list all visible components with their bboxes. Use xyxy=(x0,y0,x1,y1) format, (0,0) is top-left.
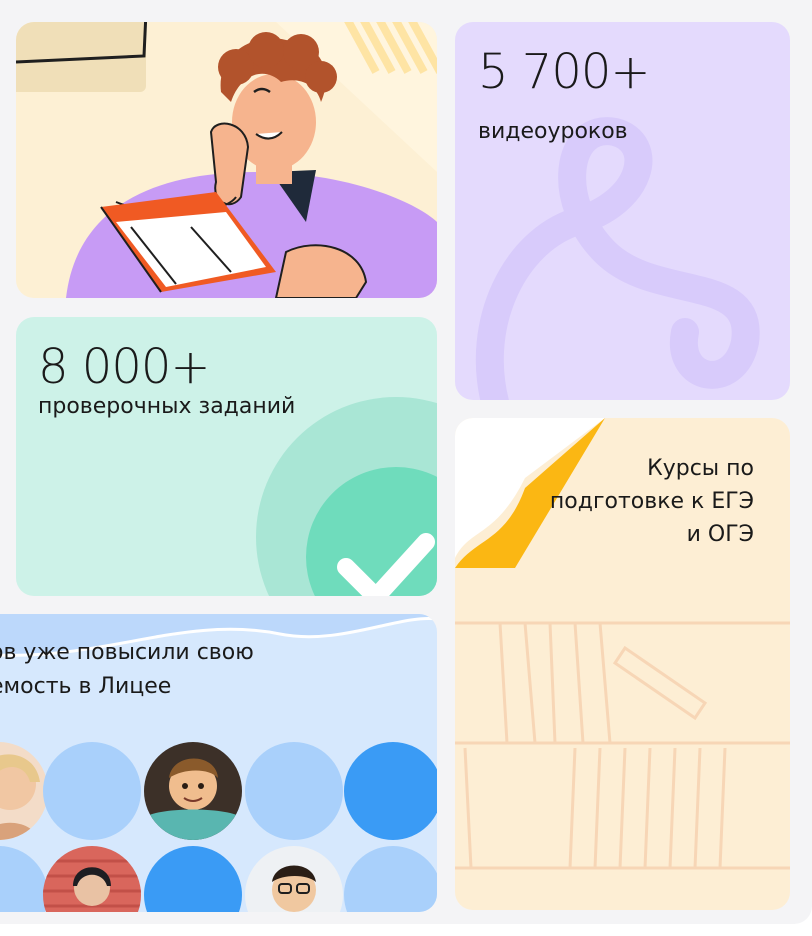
videos-count: 5 700+ xyxy=(478,44,651,100)
tasks-caption: проверочных заданий xyxy=(38,394,296,419)
student-avatar-icon xyxy=(144,742,242,840)
tasks-stat-card[interactable]: 8 000+ проверочных заданий xyxy=(16,317,437,596)
videos-caption: видеоуроков xyxy=(478,119,628,144)
courses-card[interactable]: Курсы по подготовке к ЕГЭ и ОГЭ xyxy=(455,418,790,910)
avatar-placeholder xyxy=(344,742,437,840)
avatar-placeholder xyxy=(0,846,48,912)
student-avatar-icon xyxy=(43,846,141,912)
avatar-placeholder xyxy=(144,846,242,912)
videos-stat-card[interactable]: 5 700+ видеоуроков xyxy=(455,22,790,400)
students-card[interactable]: ов уже повысили свою емость в Лицее xyxy=(0,614,437,912)
student-avatar-icon xyxy=(0,742,48,840)
avatar-placeholder xyxy=(245,742,343,840)
student-reading-book-illustration xyxy=(16,22,437,298)
avatar-placeholder xyxy=(344,846,437,912)
tasks-count: 8 000+ xyxy=(38,339,211,395)
students-caption: ов уже повысили свою емость в Лицее xyxy=(0,640,254,700)
student-avatar-icon xyxy=(245,846,343,912)
courses-title: Курсы по подготовке к ЕГЭ и ОГЭ xyxy=(549,456,754,547)
student-illustration-card xyxy=(16,22,437,298)
avatar-placeholder xyxy=(43,742,141,840)
